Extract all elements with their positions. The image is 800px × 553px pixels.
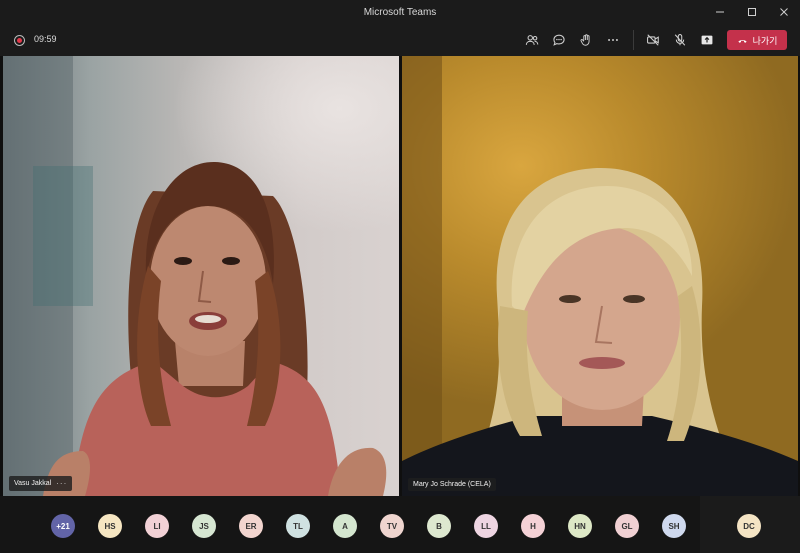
recording-icon [14,35,25,46]
leave-button[interactable]: 나가기 [727,30,787,50]
participant-name: Mary Jo Schrade (CELA) [413,481,491,488]
close-icon[interactable] [768,0,800,24]
meeting-toolbar: 09:59 나가기 [0,24,800,56]
chat-icon[interactable] [550,31,568,49]
participant-video [402,56,798,496]
minimize-icon[interactable] [704,0,736,24]
meeting-timer: 09:59 [34,34,57,44]
participant-avatar[interactable]: LL [474,514,498,538]
window-title: Microsoft Teams [363,6,437,18]
toolbar-divider [633,30,634,50]
participant-avatar[interactable]: TL [286,514,310,538]
participant-avatar[interactable]: GL [615,514,639,538]
participant-name-tag: Vasu Jakkal ··· [9,476,73,491]
video-stage: Vasu Jakkal ··· Mary Jo Schrade (CELA) [0,56,800,496]
participant-avatar[interactable]: A [333,514,357,538]
maximize-icon[interactable] [736,0,768,24]
title-bar: Microsoft Teams [0,0,800,24]
mic-off-icon[interactable] [671,31,689,49]
share-screen-icon[interactable] [698,31,716,49]
participant-more-icon[interactable]: ··· [56,479,67,488]
participant-avatar[interactable]: JS [192,514,216,538]
more-options-icon[interactable] [604,31,622,49]
camera-off-icon[interactable] [644,31,662,49]
reactions-icon[interactable] [577,31,595,49]
window-controls [704,0,800,24]
participant-avatar[interactable]: LI [145,514,169,538]
participants-icon[interactable] [523,31,541,49]
participant-avatar[interactable]: SH [662,514,686,538]
participant-avatar[interactable]: HN [568,514,592,538]
participant-video [3,56,387,496]
participant-video-tile[interactable]: Mary Jo Schrade (CELA) [402,56,798,496]
participant-name: Vasu Jakkal [14,480,52,487]
participant-roster: +21 HS LI JS ER TL A TV B LL H HN GL SH … [0,496,800,553]
participant-avatar[interactable]: B [427,514,451,538]
participant-avatar[interactable]: TV [380,514,404,538]
participant-video-tile[interactable]: Vasu Jakkal ··· [3,56,399,496]
hang-up-icon [737,39,747,43]
self-avatar[interactable]: DC [737,514,761,538]
participant-name-tag: Mary Jo Schrade (CELA) [408,478,496,491]
overflow-participants-badge[interactable]: +21 [51,514,75,538]
participant-avatar[interactable]: HS [98,514,122,538]
participant-avatar[interactable]: ER [239,514,263,538]
participant-avatar[interactable]: H [521,514,545,538]
leave-label: 나가기 [752,35,778,46]
